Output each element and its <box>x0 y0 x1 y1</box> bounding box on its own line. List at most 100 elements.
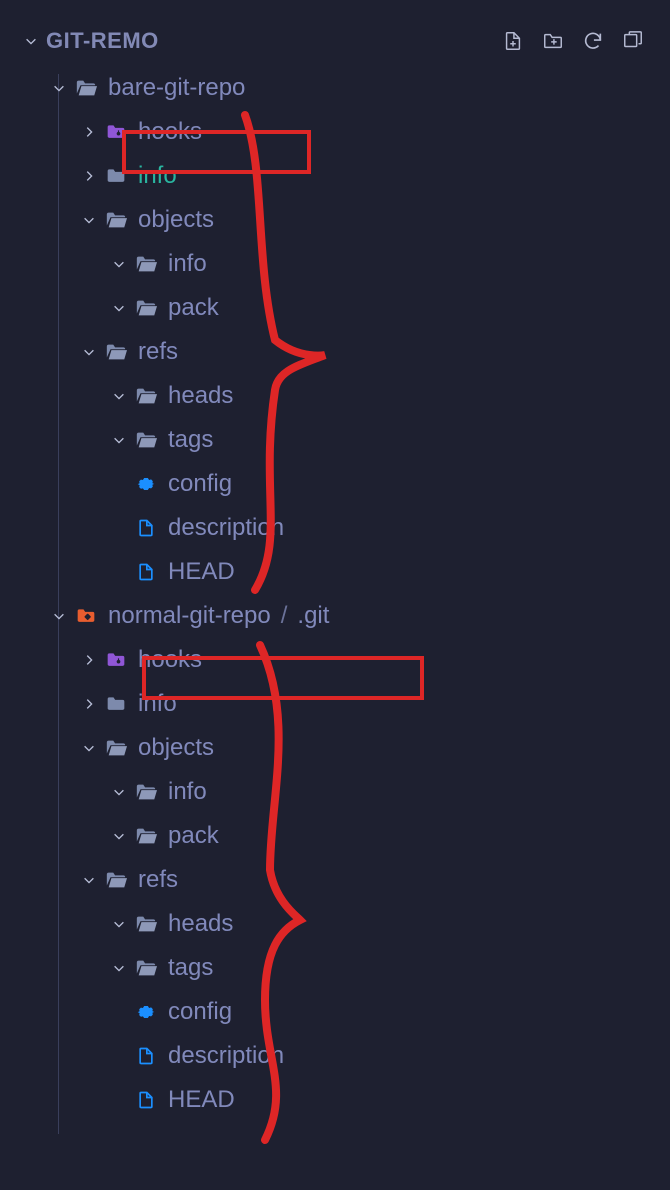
chevron-down-icon <box>22 32 40 50</box>
gear-icon <box>134 1000 158 1024</box>
chevron-down-icon <box>80 211 98 229</box>
folder-open-icon <box>134 296 158 320</box>
file-label: HEAD <box>168 558 235 586</box>
chevron-down-icon <box>110 299 128 317</box>
folder-label-git: .git <box>297 602 329 630</box>
file-description-2[interactable]: description <box>16 1034 654 1078</box>
chevron-down-icon <box>110 959 128 977</box>
folder-open-icon <box>134 780 158 804</box>
file-label: description <box>168 514 284 542</box>
file-label: config <box>168 470 232 498</box>
chevron-down-icon <box>50 607 68 625</box>
folder-hooks[interactable]: hooks <box>16 110 654 154</box>
folder-open-icon <box>134 956 158 980</box>
new-file-icon[interactable] <box>502 30 524 52</box>
folder-open-icon <box>104 736 128 760</box>
chevron-down-icon <box>110 827 128 845</box>
file-description[interactable]: description <box>16 506 654 550</box>
file-label: config <box>168 998 232 1026</box>
folder-open-icon <box>134 428 158 452</box>
folder-label: heads <box>168 910 233 938</box>
folder-objects-2[interactable]: objects <box>16 726 654 770</box>
folder-open-icon <box>134 252 158 276</box>
chevron-right-icon <box>80 167 98 185</box>
folder-normal-git-repo[interactable]: normal-git-repo / .git <box>16 594 654 638</box>
folder-label: info <box>138 690 177 718</box>
folder-refs-tags-2[interactable]: tags <box>16 946 654 990</box>
folder-refs-heads[interactable]: heads <box>16 374 654 418</box>
folder-label: bare-git-repo <box>108 74 245 102</box>
explorer-header: GIT-REMO <box>16 20 654 62</box>
chevron-right-icon <box>80 651 98 669</box>
folder-refs-2[interactable]: refs <box>16 858 654 902</box>
folder-objects-pack[interactable]: pack <box>16 286 654 330</box>
collapse-icon[interactable] <box>622 30 644 52</box>
folder-refs[interactable]: refs <box>16 330 654 374</box>
folder-open-icon <box>104 868 128 892</box>
folder-objects-info-2[interactable]: info <box>16 770 654 814</box>
folder-label: tags <box>168 426 213 454</box>
folder-label: info <box>168 778 207 806</box>
file-icon <box>134 1044 158 1068</box>
folder-bare-git-repo[interactable]: bare-git-repo <box>16 66 654 110</box>
new-folder-icon[interactable] <box>542 30 564 52</box>
chevron-down-icon <box>80 739 98 757</box>
folder-icon <box>104 164 128 188</box>
folder-open-icon <box>104 340 128 364</box>
folder-label: refs <box>138 338 178 366</box>
folder-objects-pack-2[interactable]: pack <box>16 814 654 858</box>
file-config-2[interactable]: config <box>16 990 654 1034</box>
folder-label: info <box>168 250 207 278</box>
folder-label: refs <box>138 866 178 894</box>
chevron-down-icon <box>80 871 98 889</box>
folder-label: pack <box>168 822 219 850</box>
workspace-title: GIT-REMO <box>46 28 159 54</box>
file-tree: bare-git-repo hooks info objects info pa… <box>16 62 654 1122</box>
chevron-down-icon <box>50 79 68 97</box>
folder-label: tags <box>168 954 213 982</box>
folder-objects[interactable]: objects <box>16 198 654 242</box>
folder-objects-info[interactable]: info <box>16 242 654 286</box>
file-head[interactable]: HEAD <box>16 550 654 594</box>
folder-git-icon <box>74 604 98 628</box>
file-label: HEAD <box>168 1086 235 1114</box>
path-separator: / <box>281 602 288 630</box>
folder-label: heads <box>168 382 233 410</box>
chevron-down-icon <box>110 431 128 449</box>
file-head-2[interactable]: HEAD <box>16 1078 654 1122</box>
folder-label: pack <box>168 294 219 322</box>
folder-label: normal-git-repo <box>108 602 271 630</box>
folder-open-icon <box>134 824 158 848</box>
chevron-down-icon <box>110 387 128 405</box>
file-icon <box>134 560 158 584</box>
refresh-icon[interactable] <box>582 30 604 52</box>
folder-icon <box>104 692 128 716</box>
folder-hooks-icon <box>104 120 128 144</box>
folder-open-icon <box>134 384 158 408</box>
folder-open-icon <box>74 76 98 100</box>
folder-open-icon <box>134 912 158 936</box>
chevron-down-icon <box>80 343 98 361</box>
chevron-right-icon <box>80 695 98 713</box>
folder-label: hooks <box>138 646 202 674</box>
folder-refs-tags[interactable]: tags <box>16 418 654 462</box>
chevron-right-icon <box>80 123 98 141</box>
chevron-down-icon <box>110 255 128 273</box>
folder-info-2[interactable]: info <box>16 682 654 726</box>
folder-info[interactable]: info <box>16 154 654 198</box>
gear-icon <box>134 472 158 496</box>
folder-hooks-2[interactable]: hooks <box>16 638 654 682</box>
folder-label: info <box>138 162 177 190</box>
file-icon <box>134 1088 158 1112</box>
folder-open-icon <box>104 208 128 232</box>
folder-refs-heads-2[interactable]: heads <box>16 902 654 946</box>
header-actions <box>502 30 644 52</box>
file-icon <box>134 516 158 540</box>
folder-label: hooks <box>138 118 202 146</box>
folder-label: objects <box>138 206 214 234</box>
chevron-down-icon <box>110 783 128 801</box>
file-config[interactable]: config <box>16 462 654 506</box>
folder-label: objects <box>138 734 214 762</box>
file-label: description <box>168 1042 284 1070</box>
header-left[interactable]: GIT-REMO <box>22 28 159 54</box>
